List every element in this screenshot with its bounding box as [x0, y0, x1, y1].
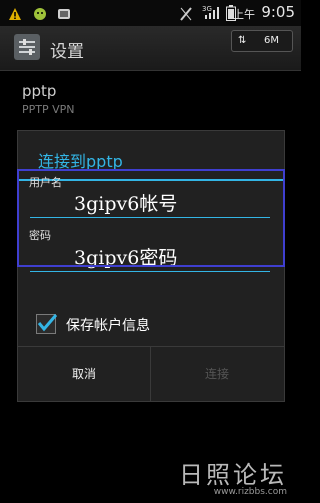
status-bar: 3G 上午 9:05	[0, 0, 301, 26]
save-account-label[interactable]: 保存帐户信息	[66, 315, 150, 335]
checkmark-icon	[37, 314, 58, 332]
svg-text:3G: 3G	[202, 5, 212, 13]
watermark-url: www.rizbbs.com	[213, 487, 287, 497]
settings-app-icon[interactable]	[14, 34, 40, 60]
vpn-item-title: pptp	[22, 82, 57, 100]
data-usage-indicator: ⇅ 6M	[231, 30, 293, 52]
page-title: 设置	[50, 42, 84, 62]
cancel-button[interactable]: 取消	[18, 347, 151, 401]
username-value: 3gipv6帐号	[74, 193, 178, 215]
data-usage-value: 6M	[264, 35, 279, 46]
android-icon	[33, 6, 47, 20]
password-value: 3gipv6密码	[74, 247, 178, 269]
vpn-item-subtitle: PPTP VPN	[22, 103, 75, 116]
watermark-logo: 日照论坛	[179, 461, 287, 489]
connect-button[interactable]: 连接	[151, 347, 283, 401]
signal-off-icon	[178, 6, 192, 21]
data-transfer-icon: ⇅	[238, 35, 247, 46]
warning-icon	[8, 6, 22, 20]
save-account-checkbox[interactable]	[36, 314, 58, 334]
dialog-title: 连接到pptp	[38, 152, 123, 171]
password-field[interactable]: 3gipv6密码	[30, 241, 270, 272]
connect-dialog: 连接到pptp 用户名 3gipv6帐号 密码 3gipv6密码 保存帐户信息 …	[17, 130, 285, 402]
signal-icon: 3G	[202, 3, 220, 19]
status-time: 9:05	[261, 3, 295, 21]
dialog-button-bar: 取消 连接	[18, 346, 284, 401]
image-icon	[57, 6, 71, 20]
username-field[interactable]: 3gipv6帐号	[30, 187, 270, 218]
status-ampm: 上午	[233, 8, 255, 21]
